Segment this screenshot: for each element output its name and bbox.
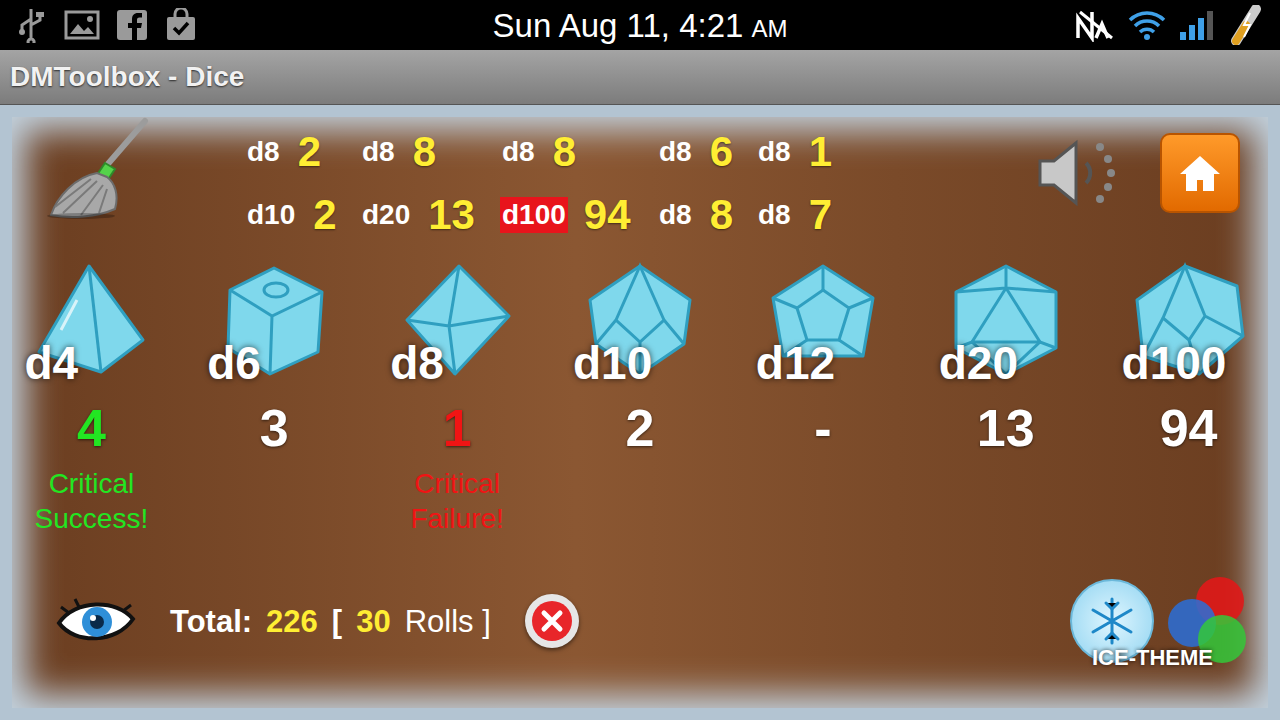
history-die: d10 [245, 197, 297, 233]
no-signal-icon [1074, 8, 1116, 42]
history-entry: d100 94 [500, 185, 657, 245]
die-column: d63 [183, 260, 366, 536]
die-result: 13 [977, 400, 1035, 456]
die-message [194, 466, 354, 536]
shopping-bag-icon [164, 8, 198, 42]
history-entry: d8 8 [657, 185, 756, 245]
history-entry: d8 8 [360, 122, 500, 182]
die-button[interactable]: d12 [748, 260, 898, 390]
die-button[interactable]: d4 [16, 260, 166, 390]
close-icon [530, 599, 574, 643]
usb-icon [14, 7, 48, 43]
die-label: d8 [390, 340, 444, 386]
window-title: DMToolbox - Dice [10, 56, 244, 98]
die-label: d6 [207, 340, 261, 386]
history-entry: d20 13 [360, 185, 500, 245]
history-die: d8 [657, 197, 694, 233]
die-label: d20 [939, 340, 1018, 386]
clock-time: Sun Aug 11, 4:21 [493, 9, 744, 42]
speaker-icon[interactable] [1034, 133, 1130, 213]
die-label: d12 [756, 340, 835, 386]
history-entry: d8 7 [756, 185, 856, 245]
history-value: 8 [413, 131, 436, 173]
total-value: 226 [266, 606, 318, 637]
home-button[interactable] [1160, 133, 1240, 213]
die-button[interactable]: d8 [382, 260, 532, 390]
die-message [560, 466, 720, 536]
history-die: d8 [657, 134, 694, 170]
history-value: 7 [809, 194, 832, 236]
history-die: d8 [245, 134, 282, 170]
history-value: 8 [710, 194, 733, 236]
wifi-icon [1128, 8, 1166, 42]
history-value: 2 [313, 194, 336, 236]
history-value: 1 [809, 131, 832, 173]
roll-history: d82d88d88d86d81d102d2013d10094d88d87 [245, 122, 856, 260]
die-message [926, 466, 1086, 536]
die-message: Critical Failure! [377, 466, 537, 536]
die-column: d2013 [914, 260, 1097, 536]
die-result: - [814, 400, 831, 456]
history-entry: d10 2 [245, 185, 360, 245]
history-die: d8 [756, 197, 793, 233]
die-button[interactable]: d20 [931, 260, 1081, 390]
die-result: 2 [626, 400, 655, 456]
die-result: 1 [443, 400, 472, 456]
status-bar: Sun Aug 11, 4:21 AM [0, 0, 1280, 50]
history-value: 94 [584, 194, 631, 236]
die-message [1109, 466, 1269, 536]
die-result: 4 [77, 400, 106, 456]
battery-charging-icon [1226, 5, 1266, 45]
dice-board: d82d88d88d86d81d102d2013d10094d88d87 d44… [0, 105, 1280, 720]
die-button[interactable]: d100 [1114, 260, 1264, 390]
history-die: d8 [756, 134, 793, 170]
die-column: d100 94 [1097, 260, 1280, 536]
title-bar: DMToolbox - Dice [0, 50, 1280, 105]
broom-icon[interactable] [45, 117, 157, 219]
facebook-icon [116, 9, 148, 41]
history-value: 2 [298, 131, 321, 173]
clear-total-button[interactable] [525, 594, 579, 648]
die-button[interactable]: d10 [565, 260, 715, 390]
history-value: 8 [553, 131, 576, 173]
snowflake-icon [1087, 596, 1137, 646]
history-value: 6 [710, 131, 733, 173]
die-column: d102 [549, 260, 732, 536]
die-column: d8 1 Critical Failure! [366, 260, 549, 536]
history-entry: d8 1 [756, 122, 856, 182]
die-column: d4 4 Critical Success! [0, 260, 183, 536]
history-entry: d8 2 [245, 122, 360, 182]
die-message [743, 466, 903, 536]
home-icon [1178, 153, 1222, 193]
die-label: d4 [24, 340, 78, 386]
die-result: 3 [260, 400, 289, 456]
history-value: 13 [428, 194, 475, 236]
history-die: d20 [360, 197, 412, 233]
rolls-count: 30 [356, 606, 390, 637]
die-message: Critical Success! [11, 466, 171, 536]
die-label: d10 [573, 340, 652, 386]
image-icon [64, 9, 100, 41]
eye-icon[interactable] [55, 593, 137, 649]
theme-label: ICE-THEME [1092, 647, 1213, 669]
history-die: d8 [500, 134, 537, 170]
rolls-bracket: [ [332, 606, 342, 637]
history-die: d100 [500, 197, 568, 233]
die-button[interactable]: d6 [199, 260, 349, 390]
total-label: Total: [170, 606, 252, 637]
total-summary: Total: 226 [30 Rolls ] [170, 606, 491, 637]
history-entry: d8 6 [657, 122, 756, 182]
clock-meridiem: AM [751, 17, 787, 41]
signal-icon [1178, 8, 1214, 42]
rolls-label: Rolls ] [405, 606, 491, 637]
history-entry: d8 8 [500, 122, 657, 182]
die-result: 94 [1160, 400, 1218, 456]
history-die: d8 [360, 134, 397, 170]
die-label: d100 [1122, 340, 1227, 386]
die-column: d12 - [731, 260, 914, 536]
